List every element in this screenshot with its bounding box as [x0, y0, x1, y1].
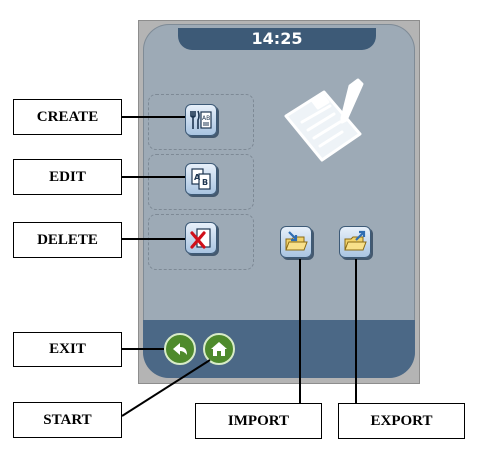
- start-callout: START: [13, 402, 122, 438]
- start-callout-text: START: [43, 411, 92, 428]
- delete-callout-text: DELETE: [37, 231, 98, 248]
- edit-callout: EDIT: [13, 159, 122, 195]
- delete-callout: DELETE: [13, 222, 122, 258]
- create-callout-text: CREATE: [36, 108, 99, 125]
- import-callout-text: IMPORT: [227, 412, 290, 429]
- export-callout: EXPORT: [338, 403, 465, 439]
- create-callout: CREATE: [13, 99, 122, 135]
- exit-callout: EXIT: [13, 332, 122, 367]
- export-callout-text: EXPORT: [370, 412, 433, 429]
- import-callout: IMPORT: [195, 403, 322, 439]
- edit-callout-text: EDIT: [49, 168, 86, 185]
- exit-callout-text: EXIT: [49, 341, 86, 357]
